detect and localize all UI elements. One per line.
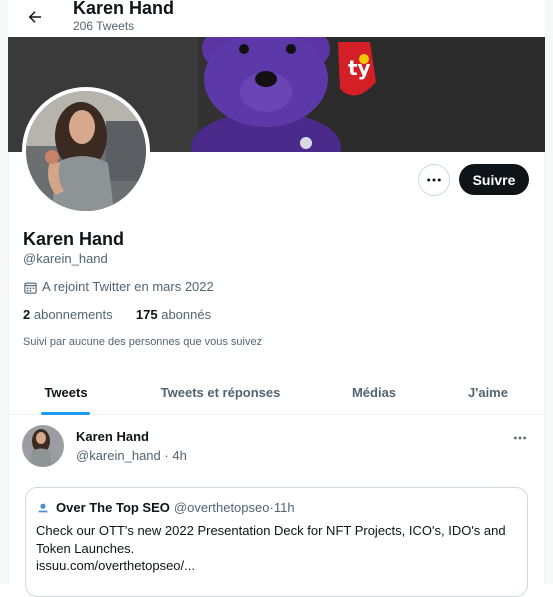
following-count: 2: [23, 307, 31, 322]
tweet-item[interactable]: Karen Hand @karein_hand · 4h Over The To…: [8, 415, 545, 597]
tab-label: J'aime: [468, 384, 508, 400]
more-horizontal-icon: [514, 436, 526, 440]
tab-tweets[interactable]: Tweets: [24, 370, 108, 415]
tab-label: Tweets: [44, 384, 88, 400]
avatar-image: [26, 91, 146, 211]
quote-text: Check our OTT's new 2022 Presentation De…: [36, 523, 506, 556]
tab-label: Médias: [351, 384, 397, 400]
quoted-tweet[interactable]: Over The Top SEO @overthetopseo · 11h Ch…: [25, 487, 528, 597]
tab-media[interactable]: Médias: [334, 370, 414, 414]
followed-by-text: Suivi par aucune des personnes que vous …: [23, 336, 263, 348]
tweet-meta: @karein_hand · 4h: [76, 448, 187, 464]
following-label: abonnements: [33, 307, 113, 322]
joined-date: A rejoint Twitter en mars 2022: [23, 279, 214, 295]
more-options-button[interactable]: [418, 164, 450, 196]
profile-header-bar: Karen Hand 206 Tweets: [8, 0, 545, 37]
tweet-more-button[interactable]: [509, 427, 531, 449]
profile-avatar[interactable]: [22, 87, 150, 215]
quote-header: Over The Top SEO @overthetopseo · 11h: [36, 500, 295, 516]
more-horizontal-icon: [427, 178, 441, 182]
quote-author-handle: @overthetopseo: [173, 500, 270, 515]
follow-button[interactable]: Suivre: [459, 164, 529, 195]
back-button[interactable]: [22, 4, 48, 30]
arrow-left-icon: [28, 11, 41, 23]
profile-name: Karen Hand: [23, 229, 125, 249]
header-tweet-count: 206 Tweets: [73, 19, 135, 33]
followers-count: 175: [135, 307, 158, 322]
tweet-author-handle[interactable]: @karein_hand: [76, 448, 161, 463]
tab-label: Tweets et réponses: [160, 384, 281, 400]
ott-logo-icon: [36, 501, 50, 515]
profile-tabs: Tweets Tweets et réponses Médias J'aime: [8, 370, 545, 415]
quote-time: 11h: [273, 500, 295, 515]
calendar-icon: [24, 282, 37, 294]
followers-label: abonnés: [161, 307, 212, 322]
tweet-author-avatar[interactable]: [22, 425, 64, 467]
tab-likes[interactable]: J'aime: [454, 370, 522, 414]
tweet-time[interactable]: 4h: [172, 448, 186, 463]
following-link[interactable]: 2 abonnements: [23, 307, 113, 323]
tab-tweets-and-replies[interactable]: Tweets et réponses: [148, 370, 293, 414]
follow-stats: 2 abonnements 175 abonnés: [23, 307, 211, 323]
header-profile-name: Karen Hand: [73, 0, 175, 18]
joined-text: A rejoint Twitter en mars 2022: [42, 279, 214, 294]
quote-link[interactable]: issuu.com/overthetopseo/...: [36, 558, 195, 574]
page-right-edge: [544, 0, 553, 584]
tweet-author-name[interactable]: Karen Hand: [76, 429, 149, 445]
followers-link[interactable]: 175 abonnés: [136, 307, 211, 323]
quote-author-name: Over The Top SEO: [56, 500, 170, 515]
profile-handle: @karein_hand: [23, 251, 108, 266]
